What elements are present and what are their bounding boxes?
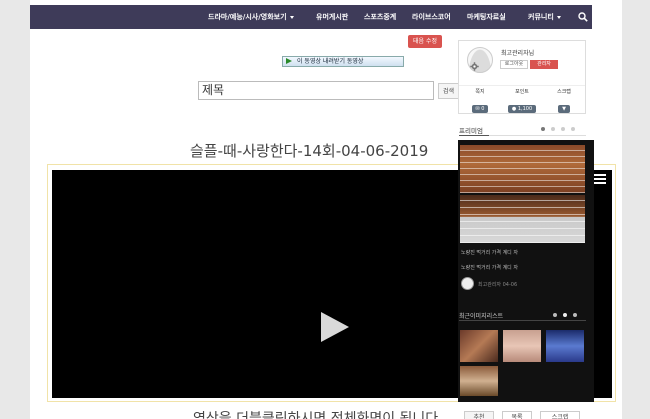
premium-thumbnail-2[interactable] — [460, 195, 585, 243]
chevron-down-icon — [289, 15, 294, 19]
scrap-button[interactable]: 스크랩 — [540, 411, 580, 419]
gear-icon[interactable] — [470, 62, 479, 71]
premium-divider — [459, 135, 586, 136]
recent-thumbnail-4[interactable] — [460, 366, 498, 396]
chevron-down-icon — [556, 15, 561, 19]
admin-button[interactable]: 관리자 — [530, 60, 558, 69]
premium-author: 최고관리자 04-06 — [478, 282, 518, 288]
nav-item-marketing[interactable]: 마케팅자료실 — [467, 5, 506, 29]
nav-item-label: 스포츠중계 — [364, 13, 397, 21]
nav-item-label: 드라마/예능/시사/영화보기 — [208, 13, 287, 21]
tag-edit-button[interactable]: 태음 수정 — [408, 35, 442, 48]
carousel-dot[interactable] — [551, 127, 555, 131]
list-button[interactable]: 목록 — [502, 411, 532, 419]
search-icon[interactable] — [578, 12, 588, 22]
recommend-button[interactable]: 추천 — [464, 411, 494, 419]
stat-label: 쪽지 — [475, 89, 485, 95]
carousel-dot[interactable] — [573, 313, 577, 317]
nav-item-label: 커뮤니티 — [528, 13, 554, 21]
recent-thumbnail-1[interactable] — [460, 330, 498, 362]
stat-points[interactable]: 포인트 ● 1,100 — [501, 88, 543, 114]
bookmark-icon: ▼ — [558, 105, 570, 113]
premium-caption-2[interactable]: 노량진 먹거리 가격 계디 자 — [461, 264, 518, 271]
carousel-dot[interactable] — [571, 127, 575, 131]
stat-label: 포인트 — [515, 89, 529, 95]
download-video-banner[interactable]: 이 동영상 내려받기 동영상 — [282, 56, 404, 67]
nav-item-sports[interactable]: 스포츠중계 — [364, 5, 396, 29]
logout-button[interactable]: 로그아웃 — [500, 60, 528, 69]
stat-label: 스크랩 — [557, 89, 571, 95]
nav-item-community[interactable]: 커뮤니티 — [528, 5, 561, 29]
video-play-icon[interactable] — [321, 312, 349, 342]
nav-item-drama[interactable]: 드라마/예능/시사/영화보기 — [208, 5, 294, 29]
carousel-dot[interactable] — [563, 313, 567, 317]
post-title: 슬플-때-사랑한다-14회-04-06-2019 — [190, 142, 429, 160]
stat-badge: ● 1,100 — [507, 105, 537, 113]
premium-carousel-dots — [541, 127, 575, 131]
top-nav: 드라마/예능/시사/영화보기 유머게시판 스포츠중계 라이브스코어 마케팅자료실… — [30, 5, 592, 29]
menu-icon[interactable] — [594, 174, 606, 184]
recent-thumbnail-2[interactable] — [503, 330, 541, 362]
username: 최고관리자님 — [501, 50, 535, 57]
nav-item-label: 유머게시판 — [316, 13, 349, 21]
carousel-dot[interactable] — [561, 127, 565, 131]
search-button[interactable]: 검색 — [438, 83, 460, 99]
premium-thumbnail-1[interactable] — [460, 145, 585, 193]
play-icon — [286, 58, 292, 64]
title-search-input[interactable]: 제목 — [198, 81, 434, 100]
carousel-dot[interactable] — [553, 313, 557, 317]
stat-scrap[interactable]: 스크랩 ▼ — [543, 88, 585, 114]
author-avatar — [461, 277, 474, 290]
recent-divider — [459, 320, 586, 321]
recent-thumbnail-3[interactable] — [546, 330, 584, 362]
recent-images-title: 최근이미지리스트 — [459, 313, 504, 320]
carousel-dot[interactable] — [541, 127, 545, 131]
stat-badge: ✉ 0 — [471, 105, 489, 113]
premium-title: 프리미엄 — [459, 127, 483, 135]
download-banner-label: 이 동영상 내려받기 동영상 — [297, 58, 364, 65]
profile-panel: 최고관리자님 로그아웃 관리자 쪽지 ✉ 0 포인트 ● 1,100 스크랩 ▼ — [458, 40, 586, 114]
fullscreen-hint: 영상을 더블클릭하시면 전체화면이 됩니다 — [193, 411, 439, 419]
profile-stats: 쪽지 ✉ 0 포인트 ● 1,100 스크랩 ▼ — [459, 85, 585, 113]
premium-caption-1[interactable]: 노량진 먹거리 가격 계디 자 — [461, 249, 518, 256]
nav-item-label: 라이브스코어 — [412, 13, 451, 21]
nav-item-label: 마케팅자료실 — [467, 13, 506, 21]
nav-item-humor[interactable]: 유머게시판 — [316, 5, 348, 29]
recent-carousel-dots — [553, 313, 577, 317]
nav-item-livescore[interactable]: 라이브스코어 — [412, 5, 451, 29]
stat-messages[interactable]: 쪽지 ✉ 0 — [459, 88, 501, 114]
